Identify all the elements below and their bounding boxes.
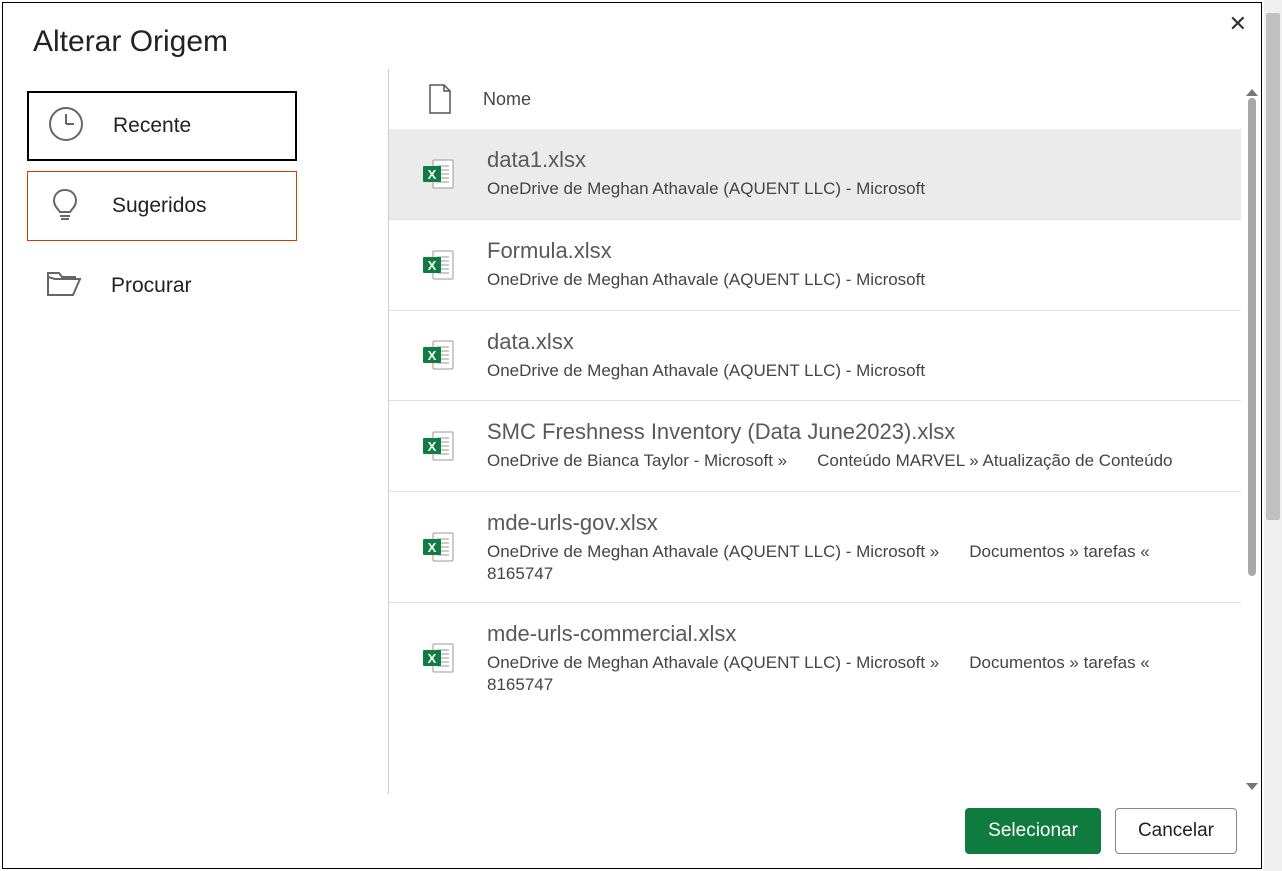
scroll-track[interactable]	[1248, 98, 1256, 781]
file-path-extra: 8165747	[487, 564, 1241, 584]
file-info: SMC Freshness Inventory (Data June2023).…	[487, 419, 1241, 473]
outer-scrollbar[interactable]	[1264, 0, 1282, 871]
inner-scrollbar[interactable]	[1245, 87, 1259, 792]
file-name: mde-urls-gov.xlsx	[487, 510, 1241, 536]
excel-file-icon: X	[419, 529, 459, 565]
file-name: data1.xlsx	[487, 147, 1241, 173]
excel-file-icon: X	[419, 156, 459, 192]
svg-text:X: X	[428, 540, 437, 555]
file-info: mde-urls-gov.xlsx OneDrive de Meghan Atha…	[487, 510, 1241, 584]
dialog-footer: Selecionar Cancelar	[3, 794, 1261, 868]
file-path: OneDrive de Meghan Athavale (AQUENT LLC)…	[487, 651, 1241, 675]
sidebar-item-label: Procurar	[111, 274, 192, 298]
dialog-title: Alterar Origem	[3, 3, 1261, 69]
file-path-extra: 8165747	[487, 675, 1241, 695]
file-path: OneDrive de Meghan Athavale (AQUENT LLC)…	[487, 268, 1241, 292]
sidebar-item-label: Recente	[113, 114, 191, 138]
scroll-thumb[interactable]	[1248, 98, 1256, 576]
excel-file-icon: X	[419, 337, 459, 373]
sidebar-item-suggested[interactable]: Sugeridos	[27, 171, 297, 241]
select-button[interactable]: Selecionar	[965, 808, 1101, 854]
dialog-body: Recente Sugeridos	[3, 69, 1261, 794]
excel-file-icon: X	[419, 247, 459, 283]
file-name: Formula.xlsx	[487, 238, 1241, 264]
document-icon	[427, 83, 453, 115]
svg-text:X: X	[428, 258, 437, 273]
file-row[interactable]: X SMC Freshness Inventory (Data June2023…	[389, 401, 1241, 492]
svg-text:X: X	[428, 348, 437, 363]
clock-icon	[47, 105, 85, 148]
file-info: Formula.xlsx OneDrive de Meghan Athavale …	[487, 238, 1241, 292]
sidebar-item-label: Sugeridos	[112, 194, 207, 218]
file-info: data.xlsx OneDrive de Meghan Athavale (AQ…	[487, 329, 1241, 383]
file-row[interactable]: X data1.xlsx OneDrive de Meghan Athavale …	[389, 129, 1241, 220]
cancel-button[interactable]: Cancelar	[1115, 808, 1237, 854]
file-row[interactable]: X mde-urls-gov.xlsx OneDrive de Meghan At…	[389, 492, 1241, 603]
close-button[interactable]: ✕	[1229, 13, 1247, 35]
scroll-thumb[interactable]	[1266, 13, 1280, 520]
file-info: mde-urls-commercial.xlsx OneDrive de Megh…	[487, 621, 1241, 695]
sidebar-item-browse[interactable]: Procurar	[27, 251, 297, 321]
file-path: OneDrive de Bianca Taylor - Microsoft »C…	[487, 449, 1241, 473]
dialog-frame: ✕ Alterar Origem Recente	[2, 2, 1262, 869]
folder-open-icon	[45, 265, 83, 308]
sidebar: Recente Sugeridos	[3, 69, 388, 794]
file-row[interactable]: X Formula.xlsx OneDrive de Meghan Athaval…	[389, 220, 1241, 311]
excel-file-icon: X	[419, 640, 459, 676]
file-path: OneDrive de Meghan Athavale (AQUENT LLC)…	[487, 177, 1241, 201]
file-info: data1.xlsx OneDrive de Meghan Athavale (A…	[487, 147, 1241, 201]
file-path: OneDrive de Meghan Athavale (AQUENT LLC)…	[487, 540, 1241, 564]
file-row[interactable]: X mde-urls-commercial.xlsx OneDrive de Me…	[389, 603, 1241, 713]
excel-file-icon: X	[419, 428, 459, 464]
file-list: X data1.xlsx OneDrive de Meghan Athavale …	[389, 129, 1261, 794]
scroll-down-icon[interactable]	[1246, 783, 1258, 790]
file-path: OneDrive de Meghan Athavale (AQUENT LLC)…	[487, 359, 1241, 383]
list-header: Nome	[389, 69, 1261, 129]
scroll-track[interactable]	[1264, 13, 1282, 858]
svg-text:X: X	[428, 651, 437, 666]
sidebar-item-recent[interactable]: Recente	[27, 91, 297, 161]
main-panel: Nome X data1.xlsx OneDrive de Meghan Atha…	[389, 69, 1261, 794]
column-header-name[interactable]: Nome	[483, 89, 531, 110]
file-name: SMC Freshness Inventory (Data June2023).…	[487, 419, 1241, 445]
lightbulb-icon	[46, 185, 84, 228]
file-name: mde-urls-commercial.xlsx	[487, 621, 1241, 647]
svg-text:X: X	[428, 439, 437, 454]
file-row[interactable]: X data.xlsx OneDrive de Meghan Athavale (…	[389, 311, 1241, 402]
svg-text:X: X	[428, 167, 437, 182]
file-name: data.xlsx	[487, 329, 1241, 355]
scroll-up-icon[interactable]	[1246, 89, 1258, 96]
